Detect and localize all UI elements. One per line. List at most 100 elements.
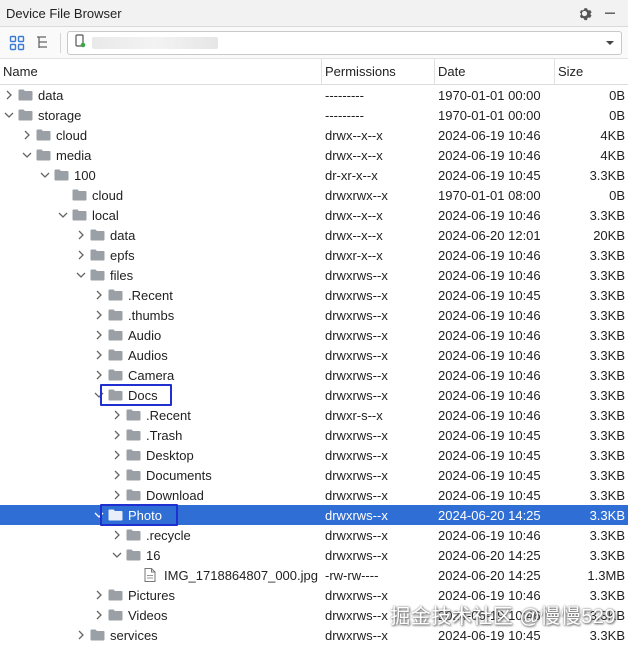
column-permissions[interactable]: Permissions <box>322 59 435 84</box>
chevron-right-icon[interactable] <box>92 605 106 625</box>
permissions-cell: drwxr-s--x <box>325 407 383 423</box>
table-row[interactable]: .thumbs drwxrws--x 2024-06-19 10:46 3.3KB <box>0 305 628 325</box>
permissions-cell: drwxrws--x <box>325 367 388 383</box>
chevron-placeholder <box>56 185 70 205</box>
chevron-down-icon[interactable] <box>20 145 34 165</box>
item-name: Docs <box>128 387 158 403</box>
chevron-right-icon[interactable] <box>110 485 124 505</box>
chevron-right-icon[interactable] <box>92 585 106 605</box>
device-select[interactable] <box>67 30 622 55</box>
column-name[interactable]: Name <box>0 59 322 84</box>
table-row[interactable]: 16 drwxrws--x 2024-06-20 14:25 3.3KB <box>0 545 628 565</box>
name-cell: media <box>0 145 322 165</box>
table-row[interactable]: data drwx--x--x 2024-06-20 12:01 20KB <box>0 225 628 245</box>
chevron-down-icon[interactable] <box>110 545 124 565</box>
chevron-down-icon[interactable] <box>56 205 70 225</box>
item-name: IMG_1718864807_000.jpg <box>164 567 318 583</box>
chevron-right-icon[interactable] <box>110 465 124 485</box>
chevron-right-icon[interactable] <box>92 365 106 385</box>
device-name-redacted <box>92 36 218 49</box>
chevron-down-icon[interactable] <box>92 385 106 405</box>
chevron-down-icon[interactable] <box>92 505 106 525</box>
table-row[interactable]: Desktop drwxrws--x 2024-06-19 10:45 3.3KB <box>0 445 628 465</box>
item-name: epfs <box>110 247 135 263</box>
chevron-right-icon[interactable] <box>110 525 124 545</box>
chevron-right-icon[interactable] <box>92 305 106 325</box>
chevron-down-icon[interactable] <box>74 265 88 285</box>
folder-icon <box>90 245 108 265</box>
item-name: data <box>38 87 64 103</box>
date-cell: 2024-06-19 10:45 <box>438 487 541 503</box>
size-cell: 3.3KB <box>589 627 625 643</box>
chevron-right-icon[interactable] <box>74 225 88 245</box>
permissions-cell: -rw-rw---- <box>325 567 379 583</box>
table-row[interactable]: cloud drwxrwx--x 1970-01-01 08:00 0B <box>0 185 628 205</box>
table-row[interactable]: .Recent drwxrws--x 2024-06-19 10:45 3.3KB <box>0 285 628 305</box>
size-cell: 3.3KB <box>589 287 625 303</box>
chevron-right-icon[interactable] <box>2 85 16 105</box>
name-cell: files <box>0 265 322 285</box>
table-row[interactable]: media drwx--x--x 2024-06-19 10:46 4KB <box>0 145 628 165</box>
permissions-cell: drwx--x--x <box>325 147 383 163</box>
chevron-right-icon[interactable] <box>74 625 88 645</box>
permissions-cell: drwx--x--x <box>325 127 383 143</box>
grid-view-icon[interactable] <box>6 32 28 54</box>
chevron-right-icon[interactable] <box>110 405 124 425</box>
device-status-icon <box>74 34 86 51</box>
table-row[interactable]: epfs drwxr-x--x 2024-06-19 10:46 3.3KB <box>0 245 628 265</box>
table-row[interactable]: Audio drwxrws--x 2024-06-19 10:46 3.3KB <box>0 325 628 345</box>
table-row[interactable]: Camera drwxrws--x 2024-06-19 10:46 3.3KB <box>0 365 628 385</box>
item-name: 16 <box>146 547 161 563</box>
chevron-right-icon[interactable] <box>110 425 124 445</box>
chevron-right-icon[interactable] <box>92 325 106 345</box>
folder-icon <box>126 545 144 565</box>
date-cell: 2024-06-19 10:46 <box>438 327 541 343</box>
date-cell: 2024-06-19 10:45 <box>438 627 541 643</box>
date-cell: 2024-06-19 10:45 <box>438 167 541 183</box>
folder-icon <box>108 385 126 405</box>
table-row[interactable]: local drwx--x--x 2024-06-19 10:46 3.3KB <box>0 205 628 225</box>
chevron-right-icon[interactable] <box>110 445 124 465</box>
folder-icon <box>90 625 108 645</box>
table-row[interactable]: Audios drwxrws--x 2024-06-19 10:46 3.3KB <box>0 345 628 365</box>
chevron-right-icon[interactable] <box>74 245 88 265</box>
chevron-down-icon[interactable] <box>605 35 615 50</box>
tree-view-icon[interactable] <box>32 32 54 54</box>
size-cell: 3.3KB <box>589 467 625 483</box>
date-cell: 2024-06-20 14:25 <box>438 547 541 563</box>
window-title: Device File Browser <box>6 5 122 21</box>
column-date[interactable]: Date <box>435 59 555 84</box>
table-row[interactable]: .recycle drwxrws--x 2024-06-19 10:46 3.3KB <box>0 525 628 545</box>
item-name: files <box>110 267 134 283</box>
table-row[interactable]: .Recent drwxr-s--x 2024-06-19 10:46 3.3KB <box>0 405 628 425</box>
date-cell: 2024-06-20 12:01 <box>438 227 541 243</box>
item-name: .Trash <box>146 427 183 443</box>
item-name: Documents <box>146 467 212 483</box>
table-row[interactable]: data --------- 1970-01-01 00:00 0B <box>0 85 628 105</box>
folder-icon <box>90 225 108 245</box>
table-row[interactable]: 100 dr-xr-x--x 2024-06-19 10:45 3.3KB <box>0 165 628 185</box>
table-row[interactable]: Documents drwxrws--x 2024-06-19 10:45 3.3KB <box>0 465 628 485</box>
chevron-down-icon[interactable] <box>2 105 16 125</box>
table-row[interactable]: cloud drwx--x--x 2024-06-19 10:46 4KB <box>0 125 628 145</box>
size-cell: 3.3KB <box>589 167 625 183</box>
chevron-down-icon[interactable] <box>38 165 52 185</box>
size-cell: 3.3KB <box>589 447 625 463</box>
size-cell: 3.3KB <box>589 547 625 563</box>
table-row[interactable]: files drwxrws--x 2024-06-19 10:46 3.3KB <box>0 265 628 285</box>
column-size[interactable]: Size <box>555 59 628 84</box>
table-row[interactable]: IMG_1718864807_000.jpg -rw-rw---- 2024-06-… <box>0 565 628 585</box>
table-row[interactable]: .Trash drwxrws--x 2024-06-19 10:45 3.3KB <box>0 425 628 445</box>
gear-icon[interactable] <box>574 3 594 23</box>
chevron-right-icon[interactable] <box>92 345 106 365</box>
size-cell: 3.3KB <box>589 407 625 423</box>
chevron-right-icon[interactable] <box>92 285 106 305</box>
chevron-right-icon[interactable] <box>20 125 34 145</box>
table-row[interactable]: Download drwxrws--x 2024-06-19 10:45 3.3KB <box>0 485 628 505</box>
date-cell: 2024-06-19 10:46 <box>438 147 541 163</box>
item-name: Videos <box>128 607 168 623</box>
table-row[interactable]: storage --------- 1970-01-01 00:00 0B <box>0 105 628 125</box>
table-row[interactable]: Photo drwxrws--x 2024-06-20 14:25 3.3KB <box>0 504 628 526</box>
table-row[interactable]: Docs drwxrws--x 2024-06-19 10:46 3.3KB <box>0 384 628 406</box>
minimize-icon[interactable] <box>600 3 620 23</box>
